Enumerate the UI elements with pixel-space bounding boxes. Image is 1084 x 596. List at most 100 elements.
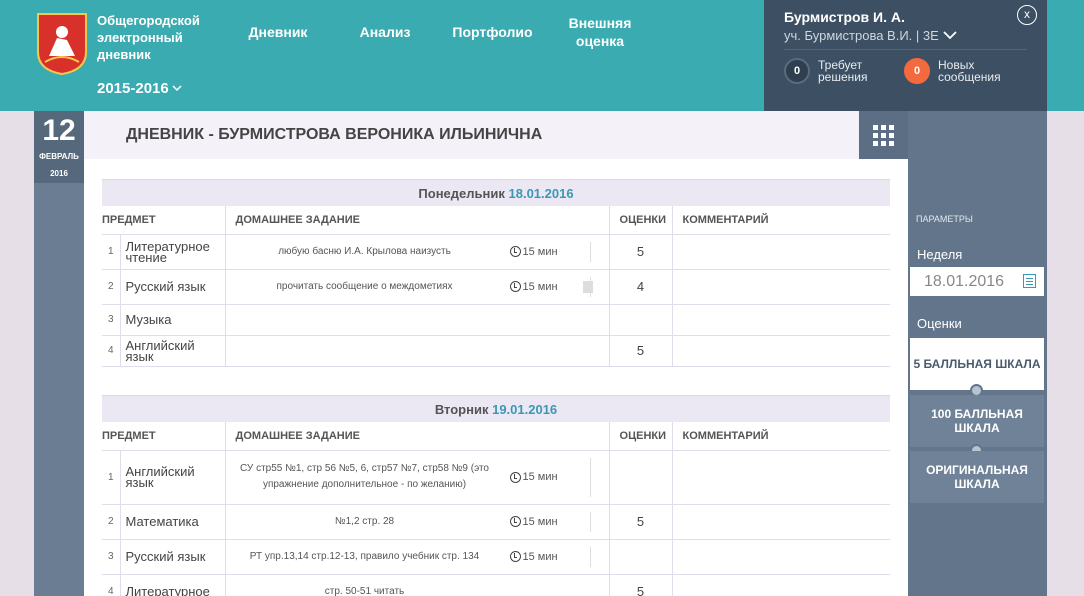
- day-date[interactable]: 18.01.2016: [509, 186, 574, 201]
- close-icon[interactable]: x: [1017, 5, 1037, 25]
- col-comment: КОММЕНТАРИЙ: [672, 206, 890, 235]
- new-messages[interactable]: 0 Новых сообщения: [904, 58, 1013, 84]
- table-row[interactable]: 3 Русский язык РТ упр.13,14 стр.12-13, пра…: [102, 539, 890, 575]
- grade-cell[interactable]: [609, 450, 673, 505]
- comment-cell[interactable]: [672, 574, 890, 596]
- table-header-row: ПРЕДМЕТ ДОМАШНЕЕ ЗАДАНИЕ ОЦЕНКИ КОММЕНТАРИЙ: [102, 422, 890, 451]
- comment-cell[interactable]: [672, 504, 890, 540]
- grade-cell[interactable]: 4: [609, 269, 673, 305]
- homework-cell[interactable]: прочитать сообщение о междометиях 15 мин: [225, 269, 610, 305]
- moscow-coat-of-arms-icon[interactable]: [35, 12, 89, 76]
- divider: [589, 546, 591, 567]
- messages-label: Новых сообщения: [938, 58, 1001, 84]
- diary-main: ДНЕВНИК - БУРМИСТРОВА ВЕРОНИКА ИЛЬИНИЧНА…: [84, 111, 908, 596]
- clock-icon: [509, 551, 521, 562]
- nav-analysis[interactable]: Анализ: [345, 0, 425, 72]
- time-value: 15 мин: [522, 515, 558, 528]
- homework-text: №1,2 стр. 28: [334, 515, 395, 527]
- weekday-label: Вторник: [434, 402, 489, 417]
- time-value: 15 мин: [522, 471, 558, 483]
- table-header-row: ПРЕДМЕТ ДОМАШНЕЕ ЗАДАНИЕ ОЦЕНКИ КОММЕНТАРИЙ: [102, 206, 890, 235]
- comment-cell[interactable]: [672, 234, 890, 270]
- day-date[interactable]: 19.01.2016: [492, 402, 557, 417]
- time-value: 15 мин: [522, 550, 558, 563]
- clock-icon: [509, 281, 521, 292]
- chevron-down-icon: [943, 31, 957, 40]
- day-block: Вторник 19.01.2016 ПРЕДМЕТ ДОМАШНЕЕ ЗАДАНИ…: [102, 395, 890, 596]
- document-icon[interactable]: [582, 280, 593, 293]
- homework-cell[interactable]: СУ стр55 №1, стр 56 №5, 6, стр57 №7, стр…: [225, 450, 610, 505]
- table-row[interactable]: 1 Литературное чтение любую басню И.А. Кры…: [102, 234, 890, 270]
- page-background: [1047, 111, 1084, 596]
- row-number: 4: [102, 335, 121, 367]
- homework-time: 15 мин: [509, 515, 558, 528]
- grades-label: Оценки: [917, 316, 962, 331]
- nav-portfolio[interactable]: Портфолио: [440, 0, 545, 72]
- pending-decisions[interactable]: 0 Требует решения: [784, 58, 878, 84]
- col-comment: КОММЕНТАРИЙ: [672, 422, 890, 451]
- subject-name: Математика: [120, 504, 226, 540]
- homework-time: 15 мин: [509, 550, 558, 563]
- col-grades: ОЦЕНКИ: [609, 422, 673, 451]
- table-row[interactable]: 2 Математика №1,2 стр. 28 15 мин 5: [102, 504, 890, 540]
- grade-cell[interactable]: 5: [609, 335, 673, 367]
- nav-external-assessment[interactable]: Внешняя оценка: [555, 0, 645, 72]
- scale-original[interactable]: ОРИГИНАЛЬНАЯ ШКАЛА: [910, 451, 1044, 503]
- scale-100-point[interactable]: 100 БАЛЛЬНАЯ ШКАЛА: [910, 395, 1044, 447]
- homework-cell[interactable]: [225, 304, 610, 336]
- table-row[interactable]: 1 Английский язык СУ стр55 №1, стр 56 №5, …: [102, 450, 890, 505]
- homework-table: ПРЕДМЕТ ДОМАШНЕЕ ЗАДАНИЕ ОЦЕНКИ КОММЕНТАРИЙ…: [102, 206, 890, 367]
- comment-cell[interactable]: [672, 335, 890, 367]
- table-row[interactable]: 4 Английский язык 5: [102, 335, 890, 367]
- divider: [589, 457, 591, 497]
- day-header: Понедельник 18.01.2016: [102, 179, 890, 206]
- week-date-input[interactable]: 18.01.2016: [910, 267, 1044, 296]
- calendar-icon[interactable]: [1023, 274, 1036, 288]
- pending-label: Требует решения: [818, 58, 868, 84]
- comment-cell[interactable]: [672, 539, 890, 575]
- student-selector[interactable]: уч. Бурмистрова В.И. | 3Е: [784, 28, 957, 43]
- homework-cell[interactable]: РТ упр.13,14 стр.12-13, правило учебник …: [225, 539, 610, 575]
- row-number: 2: [102, 504, 121, 540]
- grade-cell[interactable]: [609, 539, 673, 575]
- grade-cell[interactable]: [609, 304, 673, 336]
- table-row[interactable]: 3 Музыка: [102, 304, 890, 336]
- row-number: 3: [102, 539, 121, 575]
- subject-name: Музыка: [120, 304, 226, 336]
- table-row[interactable]: 4 Литературное стр. 50-51 читать 5: [102, 574, 890, 596]
- homework-time: 15 мин: [509, 471, 558, 483]
- clock-icon: [509, 516, 521, 527]
- weekday-label: Понедельник: [418, 186, 505, 201]
- comment-cell[interactable]: [672, 304, 890, 336]
- comment-cell[interactable]: [672, 450, 890, 505]
- homework-cell[interactable]: стр. 50-51 читать: [225, 574, 610, 596]
- col-homework: ДОМАШНЕЕ ЗАДАНИЕ: [225, 422, 610, 451]
- year-selector[interactable]: 2015-2016: [97, 80, 182, 97]
- grade-cell[interactable]: 5: [609, 574, 673, 596]
- homework-cell[interactable]: любую басню И.А. Крылова наизусть 15 мин: [225, 234, 610, 270]
- row-number: 3: [102, 304, 121, 336]
- brand-title[interactable]: Общегородской электронный дневник: [97, 12, 227, 63]
- homework-cell[interactable]: [225, 335, 610, 367]
- date-year: 2016: [50, 169, 68, 178]
- user-name: Бурмистров И. А.: [784, 9, 905, 25]
- time-value: 15 мин: [522, 245, 558, 258]
- scale-5-point[interactable]: 5 БАЛЛЬНАЯ ШКАЛА: [910, 338, 1044, 390]
- subject-name: Русский язык: [120, 269, 226, 305]
- homework-time: 15 мин: [509, 280, 558, 293]
- homework-text: РТ упр.13,14 стр.12-13, правило учебник …: [249, 550, 480, 562]
- time-value: 15 мин: [522, 280, 558, 293]
- grade-cell[interactable]: 5: [609, 504, 673, 540]
- table-row[interactable]: 2 Русский язык прочитать сообщение о междо…: [102, 269, 890, 305]
- comment-cell[interactable]: [672, 269, 890, 305]
- row-number: 4: [102, 574, 121, 596]
- col-homework: ДОМАШНЕЕ ЗАДАНИЕ: [225, 206, 610, 235]
- page-title: ДНЕВНИК - БУРМИСТРОВА ВЕРОНИКА ИЛЬИНИЧНА: [84, 111, 859, 159]
- grid-menu-icon[interactable]: [859, 111, 908, 159]
- homework-cell[interactable]: №1,2 стр. 28 15 мин: [225, 504, 610, 540]
- grade-cell[interactable]: 5: [609, 234, 673, 270]
- homework-time: 15 мин: [509, 245, 558, 258]
- student-label: уч. Бурмистрова В.И. | 3Е: [784, 28, 939, 43]
- nav-diary[interactable]: Дневник: [232, 0, 324, 72]
- current-date: 12 ФЕВРАЛЬ 2016: [34, 111, 84, 183]
